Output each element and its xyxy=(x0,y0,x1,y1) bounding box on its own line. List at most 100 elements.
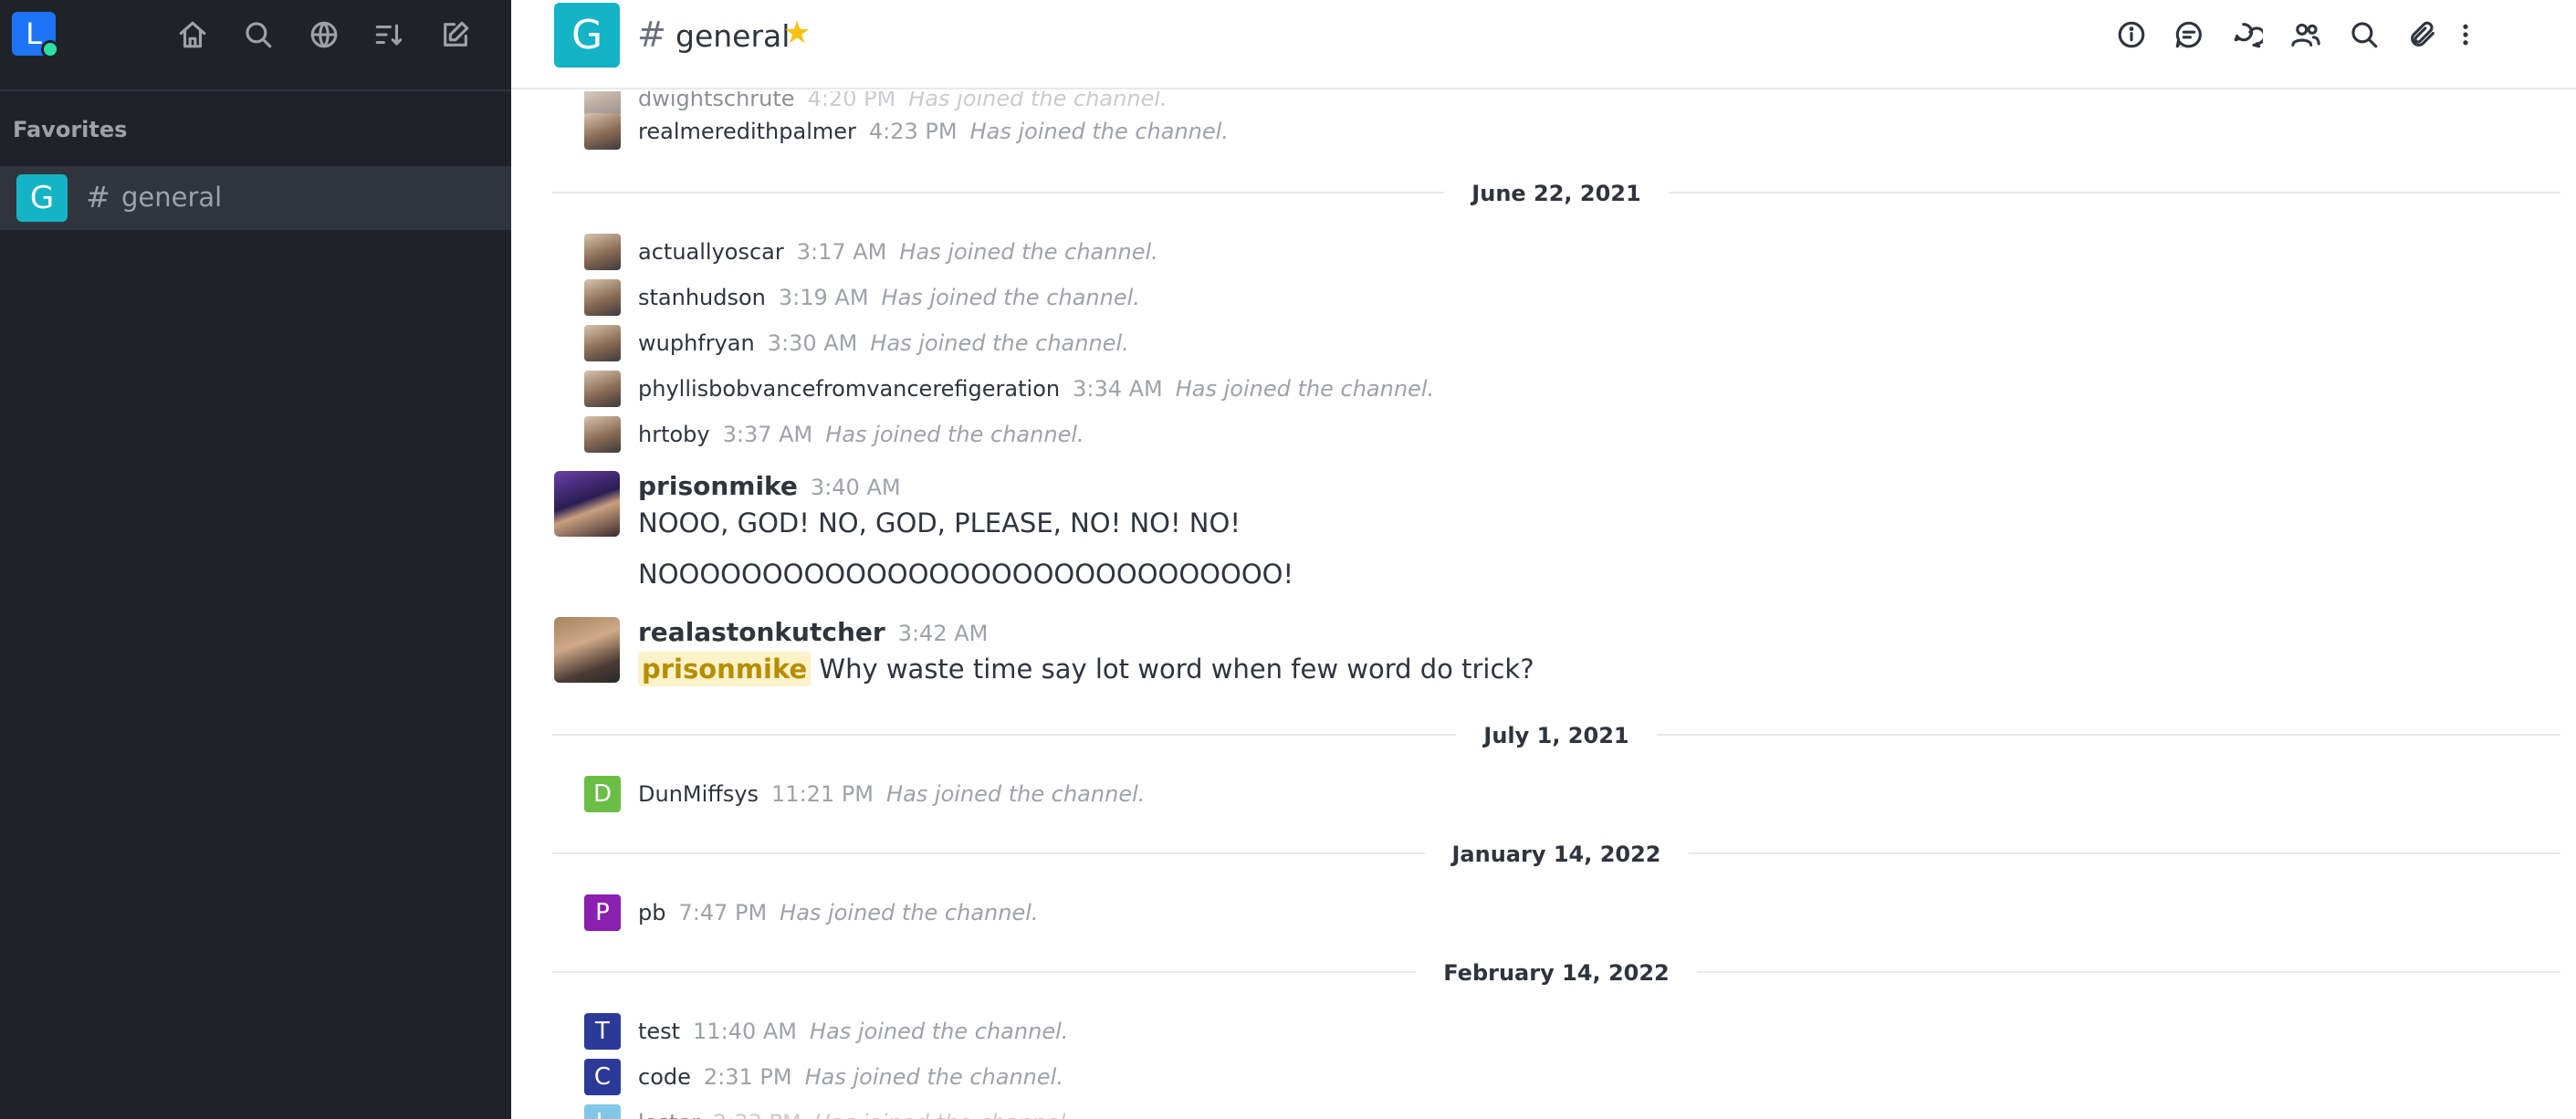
timestamp: 7:47 PM xyxy=(678,900,768,926)
date-label: January 14, 2022 xyxy=(1424,842,1689,867)
timestamp: 3:34 AM xyxy=(1073,376,1163,402)
date-divider: February 14, 2022 xyxy=(552,955,2560,991)
system-text: Has joined the channel. xyxy=(780,900,1039,926)
system-text: Has joined the channel. xyxy=(886,781,1146,807)
timestamp: 3:40 AM xyxy=(810,475,901,500)
system-message: T test 11:40 AM Has joined the channel. xyxy=(511,1013,2063,1053)
system-message: stanhudson 3:19 AM Has joined the channel. xyxy=(511,279,2063,319)
chat-message: prisonmike 3:40 AM NOOO, GOD! NO, GOD, PL… xyxy=(511,471,2063,599)
user-avatar[interactable] xyxy=(584,371,621,407)
members-icon[interactable] xyxy=(2288,16,2324,53)
system-message: phyllisbobvancefromvancerefigeration 3:34… xyxy=(511,371,2063,411)
channel-hash-icon: # xyxy=(637,15,666,55)
timestamp: 3:37 AM xyxy=(722,422,813,447)
chat-message: realastonkutcher 3:42 AM prisonmike Why w… xyxy=(511,617,2063,690)
room-avatar: G xyxy=(16,174,68,222)
date-label: February 14, 2022 xyxy=(1416,960,1697,986)
sidebar-toolbar: L xyxy=(0,0,511,91)
message-text: Why waste time say lot word when few wor… xyxy=(819,654,1534,685)
threads-icon[interactable] xyxy=(2171,16,2207,53)
username[interactable]: realmeredithpalmer xyxy=(638,119,856,144)
date-divider: January 14, 2022 xyxy=(552,836,2560,873)
username[interactable]: test xyxy=(638,1019,680,1044)
sidebar-item-label: general xyxy=(121,182,223,213)
system-message: hrtoby 3:37 AM Has joined the channel. xyxy=(511,416,2063,456)
user-avatar[interactable] xyxy=(554,617,620,683)
username[interactable]: realastonkutcher xyxy=(638,617,885,647)
system-text: Has joined the channel. xyxy=(870,330,1129,356)
timestamp: 2:31 PM xyxy=(703,1064,792,1090)
username[interactable]: actuallyoscar xyxy=(638,239,784,265)
username[interactable]: dwightschrute xyxy=(638,91,795,111)
system-text: Has joined the channel. xyxy=(969,119,1229,144)
timestamp: 3:42 AM xyxy=(897,621,989,646)
system-text: Has joined the channel. xyxy=(825,422,1084,447)
date-divider: June 22, 2021 xyxy=(552,175,2560,212)
message-list[interactable]: dwightschrute 4:20 PM Has joined the chann… xyxy=(511,91,2576,1119)
user-avatar[interactable]: D xyxy=(584,776,621,812)
kebab-menu-icon[interactable] xyxy=(2452,16,2479,53)
user-avatar[interactable] xyxy=(584,279,621,316)
username[interactable]: code xyxy=(638,1064,691,1090)
room-title[interactable]: general xyxy=(675,18,790,54)
system-message: C code 2:31 PM Has joined the channel. xyxy=(511,1059,2063,1099)
files-paperclip-icon[interactable] xyxy=(2404,16,2441,53)
favorites-section-label: Favorites xyxy=(13,117,128,142)
timestamp: 4:20 PM xyxy=(807,91,896,111)
sort-icon[interactable] xyxy=(371,16,407,53)
system-text: Has joined the channel. xyxy=(908,91,1168,111)
username[interactable]: wuphfryan xyxy=(638,330,755,356)
system-text: Has joined the channel. xyxy=(1175,376,1435,402)
user-avatar[interactable] xyxy=(584,325,621,361)
user-avatar[interactable]: P xyxy=(584,894,621,931)
create-new-icon[interactable] xyxy=(437,16,474,53)
system-message: realmeredithpalmer 4:23 PM Has joined the … xyxy=(511,113,2063,153)
username[interactable]: hrtoby xyxy=(638,422,710,447)
username[interactable]: DunMiffsys xyxy=(638,781,759,807)
message-text: NOOO, GOD! NO, GOD, PLEASE, NO! NO! NO! xyxy=(638,507,1241,539)
system-message: actuallyoscar 3:17 AM Has joined the chann… xyxy=(511,234,2063,274)
user-avatar[interactable] xyxy=(584,234,621,270)
system-text: Has joined the channel. xyxy=(899,239,1158,265)
directory-globe-icon[interactable] xyxy=(306,16,342,53)
system-message: wuphfryan 3:30 AM Has joined the channel. xyxy=(511,325,2063,365)
date-label: June 22, 2021 xyxy=(1444,181,1669,206)
timestamp: 4:23 PM xyxy=(868,119,958,144)
user-avatar[interactable] xyxy=(554,471,620,537)
user-mention[interactable]: prisonmike xyxy=(638,652,812,686)
search-icon[interactable] xyxy=(240,16,277,53)
system-text: Has joined the channel. xyxy=(881,285,1140,310)
timestamp: 3:17 AM xyxy=(796,239,887,265)
room-header: G # general ★ xyxy=(511,0,2576,89)
system-text: Has joined the channel. xyxy=(814,1110,1073,1119)
username[interactable]: stanhudson xyxy=(638,285,766,310)
home-icon[interactable] xyxy=(174,16,211,53)
username[interactable]: lester xyxy=(638,1110,700,1119)
system-message: D DunMiffsys 11:21 PM Has joined the chann… xyxy=(511,776,2063,816)
sidebar: L Favorites G # general xyxy=(0,0,511,1119)
username[interactable]: pb xyxy=(638,900,665,926)
username[interactable]: prisonmike xyxy=(638,471,798,501)
user-avatar[interactable] xyxy=(584,113,621,150)
date-label: July 1, 2021 xyxy=(1456,723,1657,748)
timestamp: 11:21 PM xyxy=(771,781,874,807)
timestamp: 2:33 PM xyxy=(713,1110,801,1119)
room-info-icon[interactable] xyxy=(2113,16,2150,53)
system-message: P pb 7:47 PM Has joined the channel. xyxy=(511,894,2063,935)
user-avatar[interactable] xyxy=(584,416,621,453)
user-avatar[interactable]: T xyxy=(584,1013,621,1050)
user-avatar[interactable]: L xyxy=(584,1104,621,1119)
timestamp: 11:40 AM xyxy=(693,1019,798,1044)
username[interactable]: phyllisbobvancefromvancerefigeration xyxy=(638,376,1060,402)
online-status-indicator xyxy=(41,40,59,58)
channel-hash-icon: # xyxy=(86,180,110,214)
discussions-icon[interactable] xyxy=(2229,16,2266,53)
system-message: L lester 2:33 PM Has joined the channel. xyxy=(511,1104,2063,1119)
timestamp: 3:19 AM xyxy=(778,285,869,310)
search-messages-icon[interactable] xyxy=(2346,16,2382,53)
favorite-star-icon[interactable]: ★ xyxy=(783,15,811,51)
system-text: Has joined the channel. xyxy=(804,1064,1063,1090)
sidebar-item-general[interactable]: G # general xyxy=(0,166,511,230)
user-avatar[interactable]: C xyxy=(584,1059,621,1095)
room-header-avatar[interactable]: G xyxy=(554,3,620,68)
